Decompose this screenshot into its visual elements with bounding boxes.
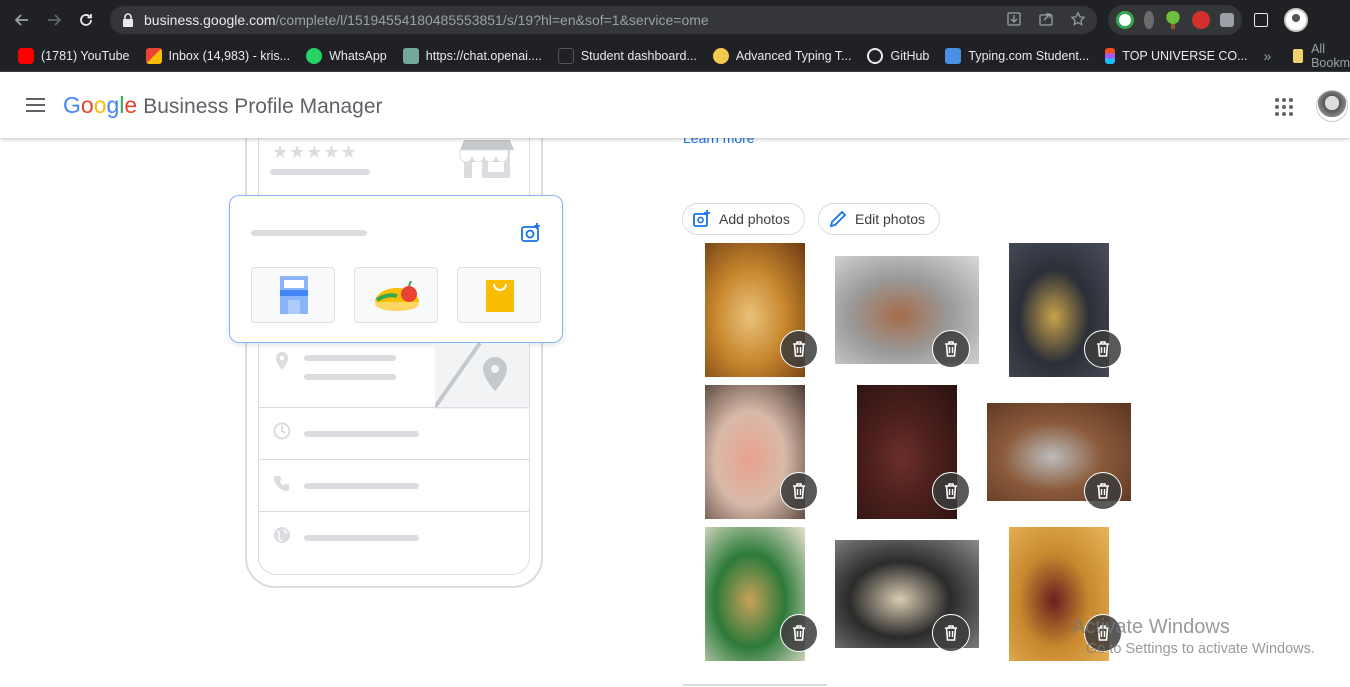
shopping-bag-icon — [486, 280, 514, 312]
extension-tree-icon[interactable] — [1164, 11, 1182, 29]
bookmark-advanced-typing[interactable]: Advanced Typing T... — [705, 42, 860, 70]
trash-icon — [793, 625, 805, 641]
location-pin-icon — [273, 351, 291, 370]
placeholder-line — [304, 355, 396, 361]
extensions-icon[interactable] — [1220, 13, 1234, 27]
trash-icon — [945, 341, 957, 357]
delete-photo-button[interactable] — [932, 614, 970, 652]
placeholder-line — [304, 535, 419, 541]
bookmark-typing-com[interactable]: Typing.com Student... — [937, 42, 1097, 70]
side-panel-icon[interactable] — [1254, 13, 1268, 27]
trash-icon — [793, 483, 805, 499]
map-thumbnail — [435, 343, 529, 409]
delete-photo-button[interactable] — [932, 330, 970, 368]
install-icon[interactable] — [1005, 11, 1023, 29]
divider — [683, 684, 827, 686]
delete-photo-button[interactable] — [780, 330, 818, 368]
share-icon[interactable] — [1037, 11, 1055, 29]
bookmark-gmail[interactable]: Inbox (14,983) - kris... — [138, 42, 299, 70]
add-photo-icon — [521, 223, 540, 242]
trash-icon — [1097, 341, 1109, 357]
bookmark-chatgpt[interactable]: https://chat.openai.... — [395, 42, 550, 70]
delete-photo-button[interactable] — [932, 472, 970, 510]
dashboard-icon — [557, 47, 574, 64]
map-pin-icon — [435, 343, 507, 409]
bookmark-youtube[interactable]: (1781) YouTube — [10, 42, 138, 70]
browser-toolbar: business.google.com/complete/l/151945541… — [0, 0, 1350, 40]
bookmark-student-dashboard[interactable]: Student dashboard... — [550, 42, 705, 70]
forward-icon[interactable] — [38, 4, 70, 36]
placeholder-line — [304, 483, 419, 489]
bookmark-whatsapp[interactable]: WhatsApp — [298, 42, 395, 70]
add-photo-card-illustration — [229, 195, 563, 343]
typing-icon — [712, 47, 729, 64]
windows-watermark-subtitle: Go to Settings to activate Windows. — [1086, 641, 1315, 657]
add-photos-button[interactable]: Add photos — [682, 203, 805, 235]
all-bookmarks-button[interactable]: All Bookmarks — [1287, 42, 1350, 70]
url-host: business.google.com — [144, 12, 276, 28]
globe-icon — [273, 526, 291, 544]
website-row — [259, 511, 529, 563]
trash-icon — [1097, 483, 1109, 499]
windows-watermark-title: Activate Windows — [1072, 616, 1230, 638]
back-icon[interactable] — [6, 4, 38, 36]
delete-photo-button[interactable] — [780, 614, 818, 652]
folder-icon — [1293, 48, 1304, 63]
storefront-icon — [459, 140, 514, 178]
address-bar[interactable]: business.google.com/complete/l/151945541… — [110, 6, 1097, 34]
placeholder-line — [270, 169, 370, 175]
add-photo-icon — [693, 210, 710, 227]
storefront-tile — [251, 267, 335, 323]
placeholder-line — [251, 230, 367, 236]
extension-2-icon[interactable] — [1144, 11, 1154, 29]
google-apps-icon[interactable] — [1275, 98, 1293, 116]
openai-icon — [402, 47, 419, 64]
rating-stars-icon: ★★★★★ — [272, 142, 358, 162]
typing-com-icon — [945, 47, 962, 64]
whatsapp-icon — [306, 47, 323, 64]
account-avatar[interactable] — [1316, 90, 1348, 122]
github-icon — [867, 47, 884, 64]
delete-photo-button[interactable] — [1084, 330, 1122, 368]
lock-icon — [123, 13, 133, 27]
store-icon — [280, 276, 308, 314]
reload-icon[interactable] — [70, 4, 102, 36]
bookmark-top-universe[interactable]: TOP UNIVERSE CO... — [1097, 42, 1255, 70]
trash-icon — [945, 483, 957, 499]
extension-vw-icon[interactable] — [1192, 11, 1210, 29]
gmail-icon — [145, 47, 162, 64]
trash-icon — [793, 341, 805, 357]
google-logo[interactable]: Google Business Profile Manager — [63, 92, 383, 119]
placeholder-line — [304, 374, 396, 380]
placeholder-line — [304, 431, 419, 437]
extension-1-icon[interactable] — [1116, 11, 1134, 29]
figma-icon — [1105, 47, 1116, 64]
learn-more-link[interactable]: Learn more — [683, 138, 755, 146]
product-name: Business Profile Manager — [143, 95, 383, 118]
hours-row — [259, 407, 529, 459]
url-path: /complete/l/15194554180485553851/s/19?hl… — [275, 12, 709, 28]
pencil-icon — [829, 210, 847, 228]
more-bookmarks-button[interactable]: » — [1256, 48, 1280, 64]
delete-photo-button[interactable] — [780, 472, 818, 510]
delete-photo-button[interactable] — [1084, 472, 1122, 510]
trash-icon — [945, 625, 957, 641]
phone-row — [259, 459, 529, 511]
youtube-icon — [18, 47, 34, 64]
browser-profile-avatar[interactable] — [1284, 8, 1308, 32]
clock-icon — [273, 422, 291, 440]
bookmark-github[interactable]: GitHub — [859, 42, 937, 70]
star-icon[interactable] — [1069, 11, 1087, 29]
app-header: Google Business Profile Manager — [0, 72, 1350, 138]
menu-icon[interactable] — [26, 98, 45, 112]
phone-icon — [273, 474, 291, 492]
main-content: ★★★★★ Learn more Add photos Edit photos … — [0, 138, 1350, 687]
bookmarks-bar: (1781) YouTube Inbox (14,983) - kris... … — [0, 40, 1350, 72]
edit-photos-button[interactable]: Edit photos — [818, 203, 941, 235]
shopping-tile — [457, 267, 541, 323]
food-icon — [375, 280, 419, 311]
food-tile — [354, 267, 438, 323]
